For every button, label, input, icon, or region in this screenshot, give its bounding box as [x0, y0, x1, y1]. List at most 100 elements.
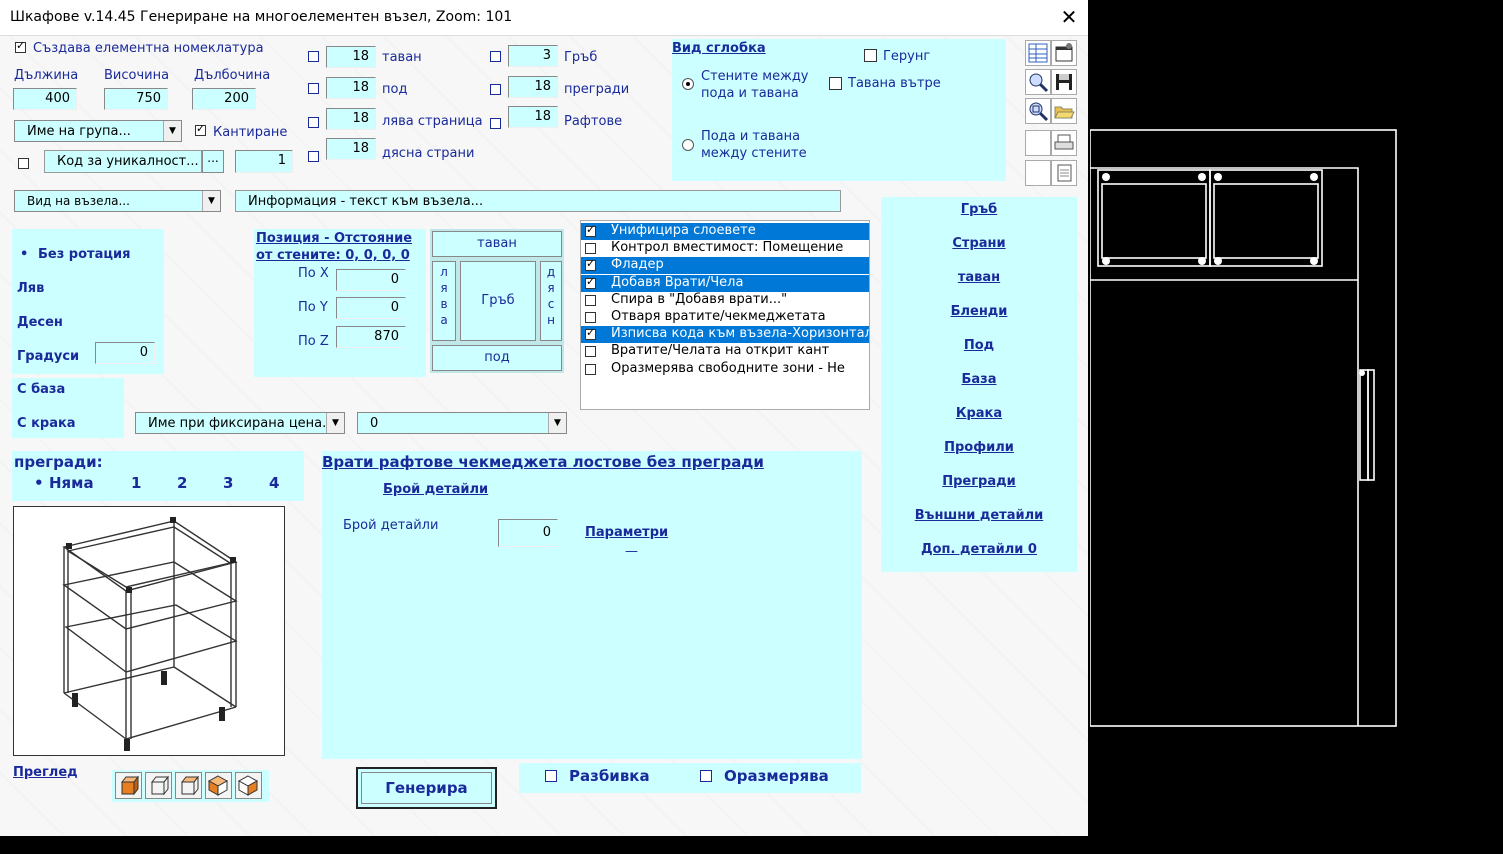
ceiling-checkbox[interactable]	[308, 51, 319, 62]
properties-icon[interactable]	[1051, 40, 1077, 66]
option-list-item[interactable]: Изписва кода към възела-Хоризонтално	[581, 326, 869, 344]
partitions-option-1[interactable]: 1	[131, 474, 141, 492]
nav-link[interactable]: База	[881, 372, 1077, 387]
save-icon[interactable]	[1051, 69, 1077, 95]
gerung-checkbox[interactable]	[864, 49, 877, 62]
nav-link[interactable]: Доп. детайли 0	[881, 542, 1077, 557]
option-checkbox[interactable]	[585, 294, 596, 306]
open-folder-icon[interactable]	[1051, 98, 1077, 124]
nav-link[interactable]: Гръб	[881, 202, 1077, 217]
uniqueness-checkbox[interactable]	[18, 158, 29, 169]
position-y-input[interactable]: 0	[336, 297, 406, 319]
depth-input[interactable]: 200	[192, 88, 256, 110]
nav-link[interactable]: Прегради	[881, 474, 1077, 489]
chevron-down-icon[interactable]: ▼	[326, 413, 344, 433]
nomenclature-checkbox[interactable]	[15, 39, 26, 53]
preview-link[interactable]: Преглед	[13, 765, 78, 780]
explode-checkbox[interactable]	[545, 770, 557, 782]
doors-count-input[interactable]: 0	[498, 519, 558, 547]
dimension-checkbox[interactable]	[700, 770, 712, 782]
select-back-button[interactable]: Гръб	[460, 261, 536, 341]
walls-between-radio[interactable]	[682, 78, 694, 90]
option-checkbox[interactable]	[585, 346, 596, 358]
info-text-field[interactable]: Информация - текст към възела...	[235, 190, 841, 212]
view-side-icon[interactable]	[175, 772, 202, 799]
edging-checkbox[interactable]	[195, 122, 206, 136]
option-list-item[interactable]: Вратите/Челата на открит кант	[581, 343, 869, 360]
nav-link[interactable]: Бленди	[881, 304, 1077, 319]
with-base-option[interactable]: С база	[17, 382, 65, 397]
nav-link[interactable]: Страни	[881, 236, 1077, 251]
select-ceiling-button[interactable]: таван	[432, 231, 562, 257]
option-list-item[interactable]: Унифицира слоевете	[581, 223, 869, 240]
ceiling-thickness-input[interactable]: 18	[326, 46, 376, 68]
select-right-button[interactable]: д я с н	[540, 261, 562, 341]
select-left-button[interactable]: л я в а	[432, 261, 456, 341]
document-icon[interactable]	[1051, 160, 1077, 186]
option-checkbox[interactable]	[585, 326, 596, 341]
rotation-degrees-input[interactable]: 0	[95, 342, 155, 364]
chevron-down-icon[interactable]: ▼	[163, 121, 181, 141]
fixed-price-name-combo[interactable]: Име при фиксирана цена... ▼	[135, 412, 345, 434]
rotation-right-option[interactable]: Десен	[17, 315, 63, 330]
partitions-thickness-input[interactable]: 18	[508, 76, 558, 98]
option-checkbox[interactable]	[585, 312, 596, 323]
option-checkbox[interactable]	[585, 243, 596, 255]
uniqueness-browse-button[interactable]: ...	[202, 150, 224, 173]
view-iso-left-icon[interactable]	[205, 772, 232, 799]
nav-link[interactable]: таван	[881, 270, 1077, 285]
uniqueness-code-field[interactable]: Код за уникалност...	[44, 150, 202, 173]
select-floor-button[interactable]: под	[432, 345, 562, 371]
table-icon[interactable]	[1025, 40, 1051, 66]
option-list-item[interactable]: Контрол вместимост: Помещение	[581, 240, 869, 257]
partitions-checkbox[interactable]	[490, 84, 501, 95]
left-side-thickness-input[interactable]: 18	[326, 108, 376, 130]
group-name-combo[interactable]: Име на група... ▼	[14, 120, 182, 142]
blank-tool-icon[interactable]	[1025, 130, 1051, 156]
shelves-checkbox[interactable]	[490, 118, 501, 129]
close-button[interactable]: ✕	[1058, 4, 1080, 30]
partitions-option-4[interactable]: 4	[269, 474, 279, 492]
option-list-item[interactable]: Оразмерява свободните зони - Не	[581, 361, 869, 378]
height-input[interactable]: 750	[104, 88, 168, 110]
option-checkbox[interactable]	[585, 223, 596, 237]
length-input[interactable]: 400	[13, 88, 77, 110]
chevron-down-icon[interactable]: ▼	[548, 413, 566, 433]
nav-link[interactable]: Под	[881, 338, 1077, 353]
count-input[interactable]: 1	[235, 150, 293, 173]
rotation-none-option[interactable]: Без ротация	[38, 247, 130, 262]
rotation-left-option[interactable]: Ляв	[17, 281, 44, 296]
view-iso-right-icon[interactable]	[235, 772, 262, 799]
option-list-item[interactable]: Добавя Врати/Чела	[581, 274, 869, 292]
floor-between-radio[interactable]	[682, 139, 694, 151]
generate-button[interactable]: Генерира	[361, 772, 492, 804]
view-wire-icon[interactable]	[145, 772, 172, 799]
ceiling-inside-checkbox[interactable]	[829, 77, 842, 90]
back-checkbox[interactable]	[490, 51, 501, 62]
position-x-input[interactable]: 0	[336, 269, 406, 291]
option-list-item[interactable]: Фладер	[581, 257, 869, 275]
nav-link[interactable]: Външни детайли	[881, 508, 1077, 523]
chevron-down-icon[interactable]: ▼	[202, 191, 220, 211]
nav-link[interactable]: Профили	[881, 440, 1077, 455]
zoom-icon[interactable]	[1025, 69, 1051, 95]
back-thickness-input[interactable]: 3	[508, 45, 558, 67]
partitions-none-option[interactable]: Няма	[49, 474, 94, 492]
option-checkbox[interactable]	[585, 363, 596, 375]
partitions-option-2[interactable]: 2	[177, 474, 187, 492]
option-checkbox[interactable]	[585, 275, 596, 289]
shelves-thickness-input[interactable]: 18	[508, 106, 558, 128]
zoom-fit-icon[interactable]	[1025, 98, 1051, 124]
right-side-thickness-input[interactable]: 18	[326, 138, 376, 160]
node-type-combo[interactable]: Вид на възела... ▼	[14, 190, 221, 212]
partitions-option-3[interactable]: 3	[223, 474, 233, 492]
with-legs-option[interactable]: С крака	[17, 416, 76, 431]
print-icon[interactable]	[1051, 130, 1077, 156]
blank-tool-icon[interactable]	[1025, 160, 1051, 186]
fixed-price-value-combo[interactable]: 0 ▼	[357, 412, 567, 434]
option-list-item[interactable]: Отваря вратите/чекмеджетата	[581, 309, 869, 326]
option-list-item[interactable]: Спира в "Добавя врати..."	[581, 292, 869, 309]
nav-link[interactable]: Крака	[881, 406, 1077, 421]
right-side-checkbox[interactable]	[308, 151, 319, 162]
position-z-input[interactable]: 870	[336, 326, 406, 348]
